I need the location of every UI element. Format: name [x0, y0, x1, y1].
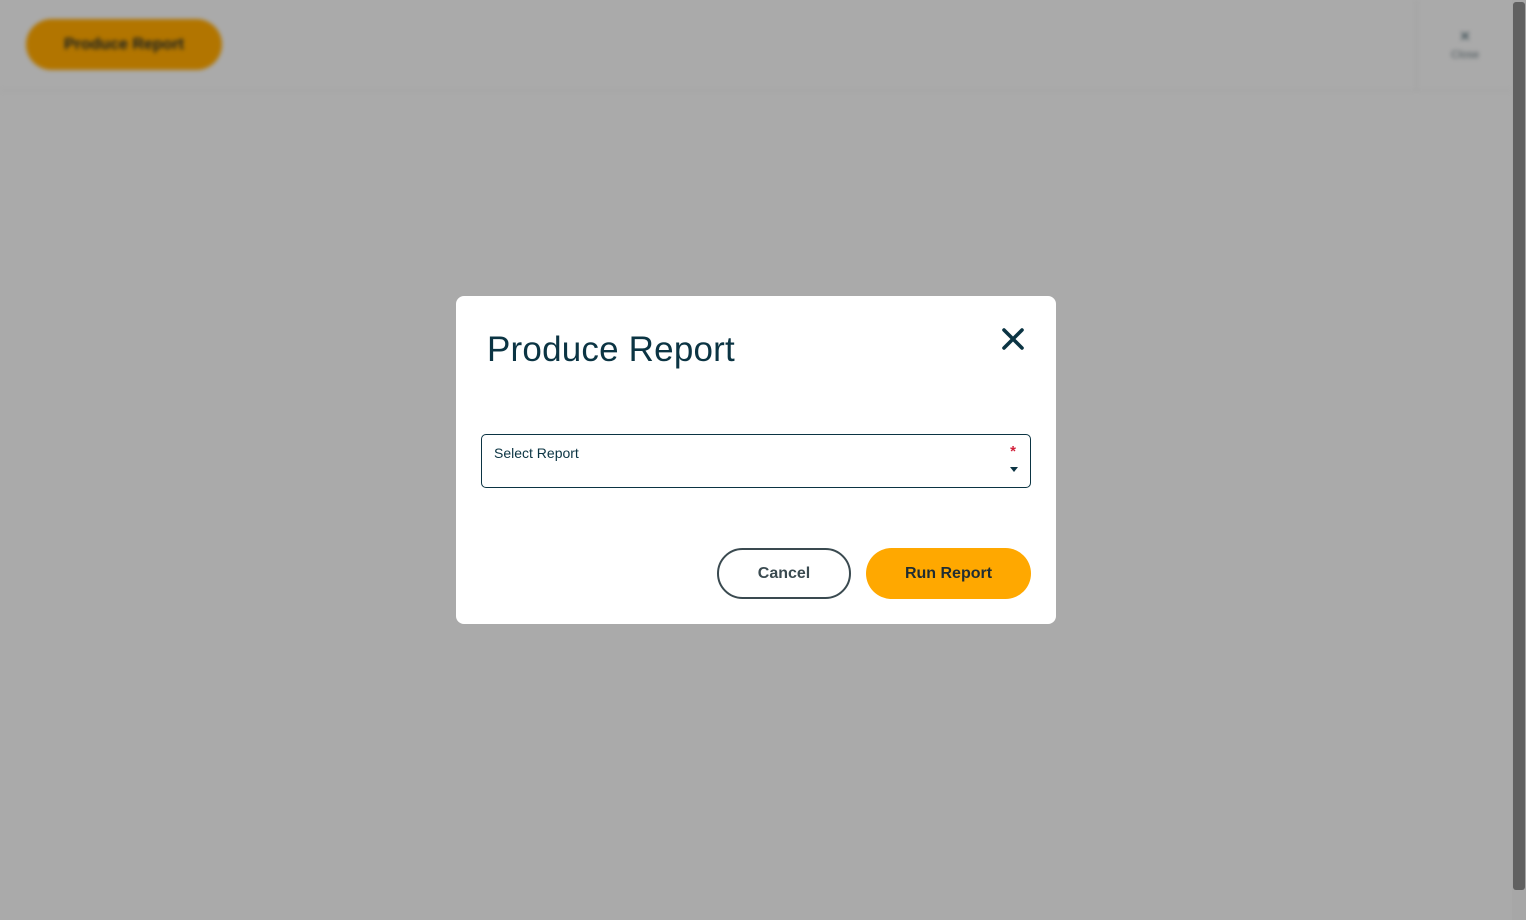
required-indicator: * [1010, 443, 1016, 460]
select-report-label: Select Report [494, 445, 579, 461]
close-button[interactable] [997, 323, 1029, 355]
run-report-button[interactable]: Run Report [866, 548, 1031, 599]
cancel-button[interactable]: Cancel [717, 548, 851, 599]
chevron-down-icon [1010, 467, 1018, 472]
close-icon [1002, 328, 1024, 350]
dialog-title: Produce Report [487, 330, 735, 369]
select-report-dropdown[interactable]: Select Report * [481, 434, 1031, 488]
produce-report-dialog: Produce Report Select Report * Cancel Ru… [456, 296, 1056, 624]
